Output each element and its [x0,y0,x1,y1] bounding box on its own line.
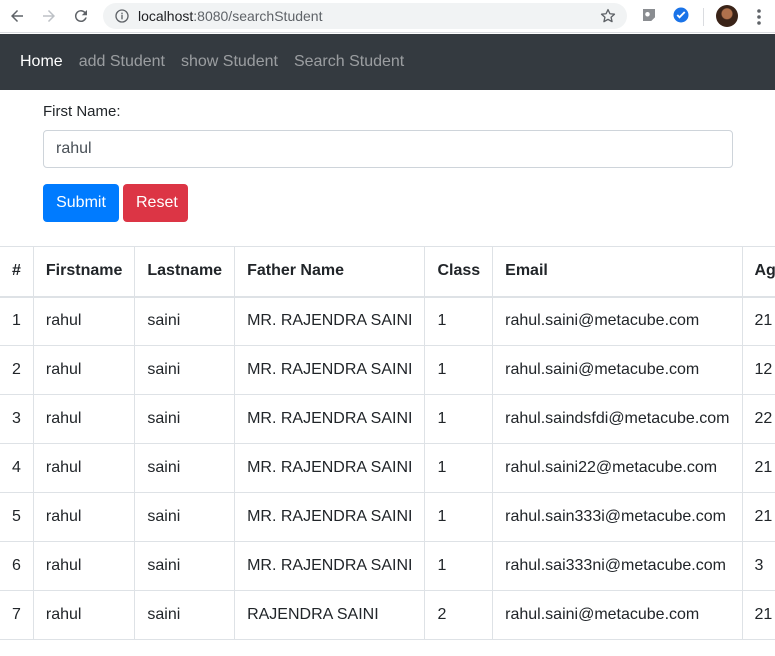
avatar[interactable] [716,5,738,27]
cell-index: 7 [0,590,34,640]
toolbar-divider [703,8,704,26]
cell-class: 1 [424,345,494,395]
info-icon[interactable] [114,8,130,24]
cell-age: 12 [741,345,775,395]
column-header-father-name: Father Name [234,246,426,298]
reset-button[interactable]: Reset [123,184,188,222]
table-header-row: # Firstname Lastname Father Name Class E… [0,246,775,298]
forward-arrow-icon[interactable] [38,5,60,27]
cell-class: 2 [424,590,494,640]
reload-icon[interactable] [70,5,92,27]
nav-search-student[interactable]: Search Student [294,53,404,71]
extension-icon[interactable] [640,6,658,24]
cell-father-name: MR. RAJENDRA SAINI [234,345,426,395]
cell-lastname: saini [134,492,236,542]
cell-email: rahul.saini@metacube.com [492,345,743,395]
cell-age: 21 [741,443,775,493]
url-path: :8080/searchStudent [193,8,323,24]
cell-index: 3 [0,394,34,444]
results-table-wrapper: # Firstname Lastname Father Name Class E… [0,246,775,656]
column-header-email: Email [492,246,743,298]
table-row: 6 rahul saini MR. RAJENDRA SAINI 1 rahul.sai3… [0,541,775,591]
table-row: 5 rahul saini MR. RAJENDRA SAINI 1 rahul.sain… [0,492,775,542]
cell-lastname: saini [134,345,236,395]
back-arrow-icon[interactable] [6,5,28,27]
cell-class: 1 [424,492,494,542]
cell-class: 1 [424,541,494,591]
cell-firstname: rahul [32,394,136,444]
cell-lastname: saini [134,394,236,444]
cell-email: rahul.saini@metacube.com [492,590,743,640]
first-name-label: First Name: [43,103,121,120]
cell-index: 4 [0,443,34,493]
cell-father-name: MR. RAJENDRA SAINI [234,394,426,444]
column-header-class: Class [424,246,494,298]
cell-father-name: MR. RAJENDRA SAINI [234,492,426,542]
cell-index: 6 [0,541,34,591]
nav-show-student[interactable]: show Student [181,53,278,71]
cell-index: 1 [0,296,34,346]
table-row: 1 rahul saini MR. RAJENDRA SAINI 1 rahul.sain… [0,296,775,346]
cell-father-name: MR. RAJENDRA SAINI [234,296,426,346]
cell-class: 1 [424,394,494,444]
cell-father-name: RAJENDRA SAINI [234,590,426,640]
cell-firstname: rahul [32,296,136,346]
cell-firstname: rahul [32,541,136,591]
url-text[interactable]: localhost:8080/searchStudent [138,8,322,24]
results-table: # Firstname Lastname Father Name Class E… [0,246,775,640]
table-row: 3 rahul saini MR. RAJENDRA SAINI 1 rahul.sain… [0,394,775,444]
address-bar[interactable]: localhost:8080/searchStudent [103,3,627,29]
column-header-lastname: Lastname [134,246,236,298]
nav-add-student[interactable]: add Student [79,53,165,71]
cell-firstname: rahul [32,492,136,542]
table-row: 7 rahul saini RAJENDRA SAINI 2 rahul.saini@me… [0,590,775,640]
extension-icon-blue[interactable] [672,6,690,24]
column-header-firstname: Firstname [32,246,136,298]
star-icon[interactable] [599,7,617,25]
cell-father-name: MR. RAJENDRA SAINI [234,541,426,591]
cell-email: rahul.saini22@metacube.com [492,443,743,493]
cell-firstname: rahul [32,590,136,640]
cell-index: 2 [0,345,34,395]
submit-button[interactable]: Submit [43,184,119,222]
cell-email: rahul.saini@metacube.com [492,296,743,346]
cell-lastname: saini [134,443,236,493]
cell-email: rahul.sain333i@metacube.com [492,492,743,542]
cell-class: 1 [424,443,494,493]
cell-lastname: saini [134,541,236,591]
cell-age: 21 [741,492,775,542]
cell-firstname: rahul [32,345,136,395]
nav-home[interactable]: Home [20,53,63,71]
column-header-index: # [0,246,34,298]
cell-lastname: saini [134,590,236,640]
cell-email: rahul.sai333ni@metacube.com [492,541,743,591]
cell-lastname: saini [134,296,236,346]
cell-index: 5 [0,492,34,542]
cell-firstname: rahul [32,443,136,493]
kebab-menu-icon[interactable] [752,7,766,27]
url-host: localhost [138,8,194,24]
app-navbar: Home add Student show Student Search Stu… [0,34,775,90]
cell-age: 21 [741,296,775,346]
table-row: 2 rahul saini MR. RAJENDRA SAINI 1 rahul.sain… [0,345,775,395]
cell-email: rahul.saindsfdi@metacube.com [492,394,743,444]
first-name-input[interactable] [43,130,733,168]
cell-age: 22 [741,394,775,444]
column-header-age: Age [741,246,775,298]
cell-age: 21 [741,590,775,640]
cell-father-name: MR. RAJENDRA SAINI [234,443,426,493]
table-row: 4 rahul saini MR. RAJENDRA SAINI 1 rahul.sain… [0,443,775,493]
browser-toolbar: localhost:8080/searchStudent [0,0,775,33]
cell-age: 3 [741,541,775,591]
cell-class: 1 [424,296,494,346]
